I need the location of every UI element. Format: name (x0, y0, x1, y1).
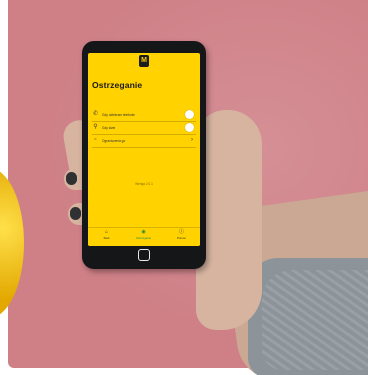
help-icon: ⓘ (178, 229, 184, 235)
app-screen: M Ostrzeganie ✆ Gdy odbieram telefonie ⚲… (88, 53, 200, 246)
setting-label: Gdy idzie (102, 126, 116, 130)
version-text: Wersja 2.0.1 (135, 182, 153, 186)
phone-icon: ✆ (92, 111, 99, 117)
alert-icon: ◉ (141, 229, 146, 235)
photo-scene: M Ostrzeganie ✆ Gdy odbieram telefonie ⚲… (0, 0, 368, 375)
tab-start[interactable]: ⌂ Start (88, 228, 125, 246)
location-icon: ⚲ (93, 124, 98, 130)
chevron-right-icon: › (191, 137, 193, 143)
setting-row-limits[interactable]: ▫ Ograniczenia go › (92, 135, 196, 148)
setting-label: Gdy odbieram telefonie (102, 113, 135, 117)
bell-icon: ▫ (94, 137, 97, 143)
tab-label: Ostrzeganie (135, 236, 152, 240)
setting-label: Ograniczenia go (102, 139, 126, 143)
app-logo-icon: M (139, 55, 149, 67)
tab-pomoc[interactable]: ⓘ Pomoc (163, 228, 200, 246)
setting-row-walking[interactable]: ⚲ Gdy idzie (92, 122, 196, 135)
home-button[interactable] (138, 249, 150, 261)
sleeve-texture (262, 270, 368, 370)
toggle-switch[interactable] (185, 110, 194, 119)
toggle-switch[interactable] (185, 123, 194, 132)
setting-row-phone[interactable]: ✆ Gdy odbieram telefonie (92, 109, 196, 122)
tab-label: Pomoc (177, 236, 186, 240)
bottom-tab-bar: ⌂ Start ◉ Ostrzeganie ⓘ Pomoc (88, 227, 200, 246)
smartphone: M Ostrzeganie ✆ Gdy odbieram telefonie ⚲… (82, 41, 206, 269)
page-title: Ostrzeganie (92, 80, 143, 90)
tab-label: Start (103, 236, 110, 240)
tab-ostrzeganie[interactable]: ◉ Ostrzeganie (125, 228, 162, 246)
home-icon: ⌂ (104, 229, 109, 235)
